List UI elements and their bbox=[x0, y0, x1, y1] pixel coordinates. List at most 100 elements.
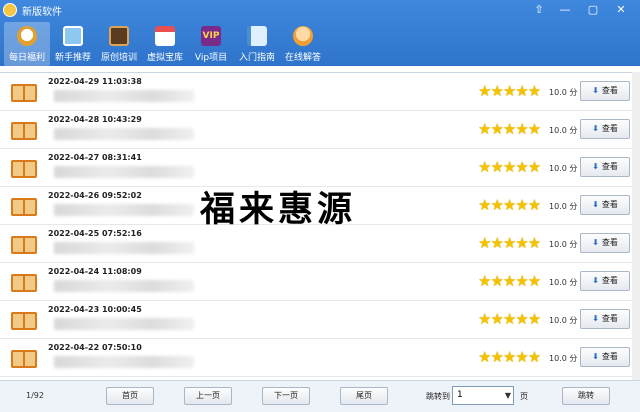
nav-label: 在线解答 bbox=[284, 53, 321, 63]
item-score: 10.0 分 bbox=[549, 88, 578, 97]
download-arrow-icon: ⬇ bbox=[592, 124, 599, 133]
person-icon bbox=[293, 26, 313, 46]
view-label: 查看 bbox=[601, 86, 618, 95]
item-date: 2022-04-27 08:31:41 bbox=[48, 153, 142, 162]
download-arrow-icon: ⬇ bbox=[592, 352, 599, 361]
item-title-blurred[interactable] bbox=[54, 280, 194, 292]
title-toolbar: 新版软件 ⇧ — ▢ ✕ 每日福利 新手推荐 原创培训 虚拟宝库 VIP Vip… bbox=[0, 0, 640, 66]
jump-page-select[interactable]: 1 ▼ bbox=[452, 386, 514, 405]
item-title-blurred[interactable] bbox=[54, 318, 194, 330]
item-title-blurred[interactable] bbox=[54, 90, 194, 102]
monitor-icon bbox=[63, 26, 83, 46]
view-button[interactable]: ⬇ 查看 bbox=[580, 157, 630, 177]
item-score: 10.0 分 bbox=[549, 354, 578, 363]
page-unit-label: 页 bbox=[520, 392, 528, 401]
download-arrow-icon: ⬇ bbox=[592, 276, 599, 285]
view-button[interactable]: ⬇ 查看 bbox=[580, 233, 630, 253]
nav-label: 每日福利 bbox=[8, 53, 45, 63]
item-title-blurred[interactable] bbox=[54, 356, 194, 368]
item-score: 10.0 分 bbox=[549, 126, 578, 135]
maximize-button[interactable]: ▢ bbox=[581, 1, 605, 18]
pagination-bar: 1/92 首页 上一页 下一页 尾页 跳转到 1 ▼ 页 跳转 bbox=[0, 380, 640, 412]
nav-label: 入门指南 bbox=[238, 53, 275, 63]
nav-label: 虚拟宝库 bbox=[146, 53, 183, 63]
open-book-icon bbox=[11, 84, 37, 102]
title-bar: 新版软件 ⇧ — ▢ ✕ bbox=[0, 0, 640, 20]
list-item: 2022-04-28 10:43:29 ★★★★★ 10.0 分 ⬇ 查看 bbox=[0, 111, 632, 149]
item-score: 10.0 分 bbox=[549, 278, 578, 287]
blackboard-icon bbox=[109, 26, 129, 46]
item-title-blurred[interactable] bbox=[54, 166, 194, 178]
first-page-button[interactable]: 首页 bbox=[106, 387, 154, 405]
view-button[interactable]: ⬇ 查看 bbox=[580, 119, 630, 139]
rating-stars: ★★★★★ bbox=[478, 234, 541, 252]
nav-newbie[interactable]: 新手推荐 bbox=[50, 22, 96, 66]
skin-button[interactable]: ⇧ bbox=[527, 1, 551, 18]
list-item: 2022-04-22 07:50:10 ★★★★★ 10.0 分 ⬇ 查看 bbox=[0, 339, 632, 377]
main-nav: 每日福利 新手推荐 原创培训 虚拟宝库 VIP Vip项目 入门指南 在线解答 bbox=[0, 22, 640, 66]
nav-daily-welfare[interactable]: 每日福利 bbox=[4, 22, 50, 66]
view-label: 查看 bbox=[601, 162, 618, 171]
dropdown-arrow-icon: ▼ bbox=[504, 391, 511, 400]
view-button[interactable]: ⬇ 查看 bbox=[580, 81, 630, 101]
view-button[interactable]: ⬇ 查看 bbox=[580, 271, 630, 291]
item-title-blurred[interactable] bbox=[54, 242, 194, 254]
item-date: 2022-04-26 09:52:02 bbox=[48, 191, 142, 200]
item-date: 2022-04-28 10:43:29 bbox=[48, 115, 142, 124]
last-page-button[interactable]: 尾页 bbox=[340, 387, 388, 405]
close-button[interactable]: ✕ bbox=[609, 1, 633, 18]
prev-page-button[interactable]: 上一页 bbox=[184, 387, 232, 405]
jump-label: 跳转到 bbox=[426, 392, 450, 401]
rating-stars: ★★★★★ bbox=[478, 310, 541, 328]
download-arrow-icon: ⬇ bbox=[592, 238, 599, 247]
view-label: 查看 bbox=[601, 314, 618, 323]
app-logo-icon bbox=[3, 3, 17, 17]
nav-label: 原创培训 bbox=[100, 53, 137, 63]
open-book-icon bbox=[11, 274, 37, 292]
view-label: 查看 bbox=[601, 124, 618, 133]
nav-guide[interactable]: 入门指南 bbox=[234, 22, 280, 66]
page-indicator: 1/92 bbox=[26, 391, 44, 400]
shop-icon bbox=[155, 26, 175, 46]
nav-online-help[interactable]: 在线解答 bbox=[280, 22, 326, 66]
rating-stars: ★★★★★ bbox=[478, 196, 541, 214]
open-book-icon bbox=[11, 236, 37, 254]
view-label: 查看 bbox=[601, 238, 618, 247]
jump-button[interactable]: 跳转 bbox=[562, 387, 610, 405]
nav-label: 新手推荐 bbox=[54, 53, 91, 63]
minimize-button[interactable]: — bbox=[553, 1, 577, 18]
download-arrow-icon: ⬇ bbox=[592, 314, 599, 323]
item-date: 2022-04-24 11:08:09 bbox=[48, 267, 142, 276]
item-title-blurred[interactable] bbox=[54, 128, 194, 140]
item-date: 2022-04-29 11:03:38 bbox=[48, 77, 142, 86]
watermark-text: 福来惠源 bbox=[200, 190, 357, 230]
nav-training[interactable]: 原创培训 bbox=[96, 22, 142, 66]
nav-virtual-store[interactable]: 虚拟宝库 bbox=[142, 22, 188, 66]
item-score: 10.0 分 bbox=[549, 240, 578, 249]
item-date: 2022-04-22 07:50:10 bbox=[48, 343, 142, 352]
view-label: 查看 bbox=[601, 200, 618, 209]
item-date: 2022-04-25 07:52:16 bbox=[48, 229, 142, 238]
item-score: 10.0 分 bbox=[549, 316, 578, 325]
list-item: 2022-04-29 11:03:38 ★★★★★ 10.0 分 ⬇ 查看 bbox=[0, 73, 632, 111]
download-arrow-icon: ⬇ bbox=[592, 200, 599, 209]
jump-page-value: 1 bbox=[457, 390, 463, 400]
next-page-button[interactable]: 下一页 bbox=[262, 387, 310, 405]
view-button[interactable]: ⬇ 查看 bbox=[580, 347, 630, 367]
list-scrollbar[interactable] bbox=[632, 72, 640, 380]
view-label: 查看 bbox=[601, 276, 618, 285]
view-button[interactable]: ⬇ 查看 bbox=[580, 195, 630, 215]
rating-stars: ★★★★★ bbox=[478, 272, 541, 290]
open-book-icon bbox=[11, 198, 37, 216]
open-book-icon bbox=[11, 122, 37, 140]
view-button[interactable]: ⬇ 查看 bbox=[580, 309, 630, 329]
nav-label: Vip项目 bbox=[194, 53, 228, 63]
item-title-blurred[interactable] bbox=[54, 204, 194, 216]
nav-vip[interactable]: VIP Vip项目 bbox=[188, 22, 234, 66]
item-date: 2022-04-23 10:00:45 bbox=[48, 305, 142, 314]
item-score: 10.0 分 bbox=[549, 164, 578, 173]
rating-stars: ★★★★★ bbox=[478, 82, 541, 100]
list-item: 2022-04-23 10:00:45 ★★★★★ 10.0 分 ⬇ 查看 bbox=[0, 301, 632, 339]
download-arrow-icon: ⬇ bbox=[592, 162, 599, 171]
vip-icon: VIP bbox=[201, 26, 221, 46]
